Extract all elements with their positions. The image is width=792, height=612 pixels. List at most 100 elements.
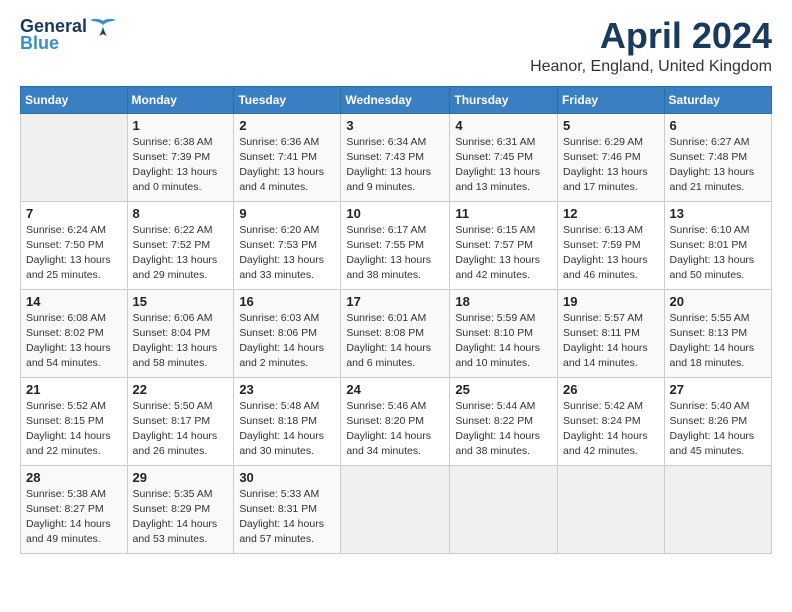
day-number: 11	[455, 206, 552, 221]
calendar-cell: 23Sunrise: 5:48 AM Sunset: 8:18 PM Dayli…	[234, 377, 341, 465]
day-number: 12	[563, 206, 659, 221]
day-info: Sunrise: 6:06 AM Sunset: 8:04 PM Dayligh…	[133, 311, 229, 372]
day-number: 2	[239, 118, 335, 133]
calendar-cell: 21 Sunrise: 5:52 AM Sunset: 8:15 PM Dayli…	[21, 377, 128, 465]
calendar-cell: 9 Sunrise: 6:20 AM Sunset: 7:53 PM Daylig…	[234, 201, 341, 289]
day-number: 28	[26, 470, 122, 485]
day-number: 17	[346, 294, 444, 309]
day-number: 15	[133, 294, 229, 309]
day-info: Sunrise: 6:24 AM Sunset: 7:50 PM Dayligh…	[26, 223, 122, 284]
day-info: Sunrise: 5:52 AM Sunset: 8:15 PM Dayligh…	[26, 399, 122, 460]
calendar-cell: 12 Sunrise: 6:13 AM Sunset: 7:59 PM Dayli…	[558, 201, 665, 289]
calendar-week-row: 14 Sunrise: 6:08 AM Sunset: 8:02 PM Dayli…	[21, 289, 772, 377]
day-number: 5	[563, 118, 659, 133]
day-number: 6	[670, 118, 766, 133]
calendar-weekday-header: Monday	[127, 86, 234, 113]
calendar-cell: 1 Sunrise: 6:38 AM Sunset: 7:39 PM Daylig…	[127, 113, 234, 201]
day-number: 18	[455, 294, 552, 309]
day-info: Sunrise: 6:13 AM Sunset: 7:59 PM Dayligh…	[563, 223, 659, 284]
calendar-cell: 14 Sunrise: 6:08 AM Sunset: 8:02 PM Dayli…	[21, 289, 128, 377]
calendar-cell: 4Sunrise: 6:31 AM Sunset: 7:45 PM Daylig…	[450, 113, 558, 201]
calendar-cell: 7 Sunrise: 6:24 AM Sunset: 7:50 PM Daylig…	[21, 201, 128, 289]
day-info: Sunrise: 5:55 AM Sunset: 8:13 PM Dayligh…	[670, 311, 766, 372]
calendar-week-row: 7 Sunrise: 6:24 AM Sunset: 7:50 PM Daylig…	[21, 201, 772, 289]
calendar-cell	[450, 465, 558, 553]
calendar-cell: 8 Sunrise: 6:22 AM Sunset: 7:52 PM Daylig…	[127, 201, 234, 289]
calendar-cell: 13 Sunrise: 6:10 AM Sunset: 8:01 PM Dayli…	[664, 201, 771, 289]
calendar-table: SundayMondayTuesdayWednesdayThursdayFrid…	[20, 86, 772, 554]
logo-blue-text: Blue	[20, 33, 59, 54]
day-info: Sunrise: 6:29 AM Sunset: 7:46 PM Dayligh…	[563, 135, 659, 196]
day-info: Sunrise: 6:20 AM Sunset: 7:53 PM Dayligh…	[239, 223, 335, 284]
calendar-cell: 11 Sunrise: 6:15 AM Sunset: 7:57 PM Dayli…	[450, 201, 558, 289]
calendar-cell: 17 Sunrise: 6:01 AM Sunset: 8:08 PM Dayli…	[341, 289, 450, 377]
day-number: 3	[346, 118, 444, 133]
day-number: 30	[239, 470, 335, 485]
day-number: 20	[670, 294, 766, 309]
day-info: Sunrise: 6:38 AM Sunset: 7:39 PM Dayligh…	[133, 135, 229, 196]
day-number: 22	[133, 382, 229, 397]
calendar-cell	[341, 465, 450, 553]
calendar-cell: 18Sunrise: 5:59 AM Sunset: 8:10 PM Dayli…	[450, 289, 558, 377]
day-info: Sunrise: 5:46 AM Sunset: 8:20 PM Dayligh…	[346, 399, 444, 460]
calendar-cell	[664, 465, 771, 553]
day-info: Sunrise: 5:38 AM Sunset: 8:27 PM Dayligh…	[26, 487, 122, 548]
calendar-cell: 6 Sunrise: 6:27 AM Sunset: 7:48 PM Daylig…	[664, 113, 771, 201]
day-number: 10	[346, 206, 444, 221]
day-info: Sunrise: 5:48 AM Sunset: 8:18 PM Dayligh…	[239, 399, 335, 460]
calendar-week-row: 28 Sunrise: 5:38 AM Sunset: 8:27 PM Dayli…	[21, 465, 772, 553]
day-number: 8	[133, 206, 229, 221]
calendar-cell: 10 Sunrise: 6:17 AM Sunset: 7:55 PM Dayli…	[341, 201, 450, 289]
day-number: 26	[563, 382, 659, 397]
calendar-header-row: SundayMondayTuesdayWednesdayThursdayFrid…	[21, 86, 772, 113]
calendar-cell: 16 Sunrise: 6:03 AM Sunset: 8:06 PM Dayli…	[234, 289, 341, 377]
day-info: Sunrise: 6:27 AM Sunset: 7:48 PM Dayligh…	[670, 135, 766, 196]
title-block: April 2024 Heanor, England, United Kingd…	[530, 16, 772, 76]
day-info: Sunrise: 6:03 AM Sunset: 8:06 PM Dayligh…	[239, 311, 335, 372]
day-number: 1	[133, 118, 229, 133]
calendar-weekday-header: Saturday	[664, 86, 771, 113]
day-info: Sunrise: 6:31 AM Sunset: 7:45 PM Dayligh…	[455, 135, 552, 196]
calendar-cell: 29Sunrise: 5:35 AM Sunset: 8:29 PM Dayli…	[127, 465, 234, 553]
calendar-body: 1 Sunrise: 6:38 AM Sunset: 7:39 PM Daylig…	[21, 113, 772, 553]
day-number: 16	[239, 294, 335, 309]
day-info: Sunrise: 6:01 AM Sunset: 8:08 PM Dayligh…	[346, 311, 444, 372]
day-number: 21	[26, 382, 122, 397]
day-info: Sunrise: 6:36 AM Sunset: 7:41 PM Dayligh…	[239, 135, 335, 196]
day-info: Sunrise: 6:10 AM Sunset: 8:01 PM Dayligh…	[670, 223, 766, 284]
day-number: 7	[26, 206, 122, 221]
day-info: Sunrise: 5:42 AM Sunset: 8:24 PM Dayligh…	[563, 399, 659, 460]
day-info: Sunrise: 5:50 AM Sunset: 8:17 PM Dayligh…	[133, 399, 229, 460]
calendar-cell	[558, 465, 665, 553]
page-subtitle: Heanor, England, United Kingdom	[530, 58, 772, 76]
calendar-cell: 15 Sunrise: 6:06 AM Sunset: 8:04 PM Dayli…	[127, 289, 234, 377]
day-info: Sunrise: 5:44 AM Sunset: 8:22 PM Dayligh…	[455, 399, 552, 460]
calendar-cell: 24Sunrise: 5:46 AM Sunset: 8:20 PM Dayli…	[341, 377, 450, 465]
day-info: Sunrise: 6:34 AM Sunset: 7:43 PM Dayligh…	[346, 135, 444, 196]
day-number: 14	[26, 294, 122, 309]
calendar-cell: 27Sunrise: 5:40 AM Sunset: 8:26 PM Dayli…	[664, 377, 771, 465]
calendar-cell: 25 Sunrise: 5:44 AM Sunset: 8:22 PM Dayli…	[450, 377, 558, 465]
calendar-weekday-header: Tuesday	[234, 86, 341, 113]
day-number: 13	[670, 206, 766, 221]
calendar-week-row: 1 Sunrise: 6:38 AM Sunset: 7:39 PM Daylig…	[21, 113, 772, 201]
day-info: Sunrise: 6:22 AM Sunset: 7:52 PM Dayligh…	[133, 223, 229, 284]
logo: General Blue	[20, 16, 117, 54]
calendar-weekday-header: Wednesday	[341, 86, 450, 113]
calendar-cell: 19Sunrise: 5:57 AM Sunset: 8:11 PM Dayli…	[558, 289, 665, 377]
day-number: 27	[670, 382, 766, 397]
page-title: April 2024	[530, 16, 772, 56]
day-number: 9	[239, 206, 335, 221]
calendar-cell: 22 Sunrise: 5:50 AM Sunset: 8:17 PM Dayli…	[127, 377, 234, 465]
calendar-cell	[21, 113, 128, 201]
calendar-cell: 20 Sunrise: 5:55 AM Sunset: 8:13 PM Dayli…	[664, 289, 771, 377]
calendar-cell: 2 Sunrise: 6:36 AM Sunset: 7:41 PM Daylig…	[234, 113, 341, 201]
calendar-cell: 5 Sunrise: 6:29 AM Sunset: 7:46 PM Daylig…	[558, 113, 665, 201]
calendar-weekday-header: Friday	[558, 86, 665, 113]
day-number: 25	[455, 382, 552, 397]
day-info: Sunrise: 6:08 AM Sunset: 8:02 PM Dayligh…	[26, 311, 122, 372]
day-info: Sunrise: 5:33 AM Sunset: 8:31 PM Dayligh…	[239, 487, 335, 548]
day-info: Sunrise: 6:17 AM Sunset: 7:55 PM Dayligh…	[346, 223, 444, 284]
day-info: Sunrise: 6:15 AM Sunset: 7:57 PM Dayligh…	[455, 223, 552, 284]
calendar-weekday-header: Sunday	[21, 86, 128, 113]
